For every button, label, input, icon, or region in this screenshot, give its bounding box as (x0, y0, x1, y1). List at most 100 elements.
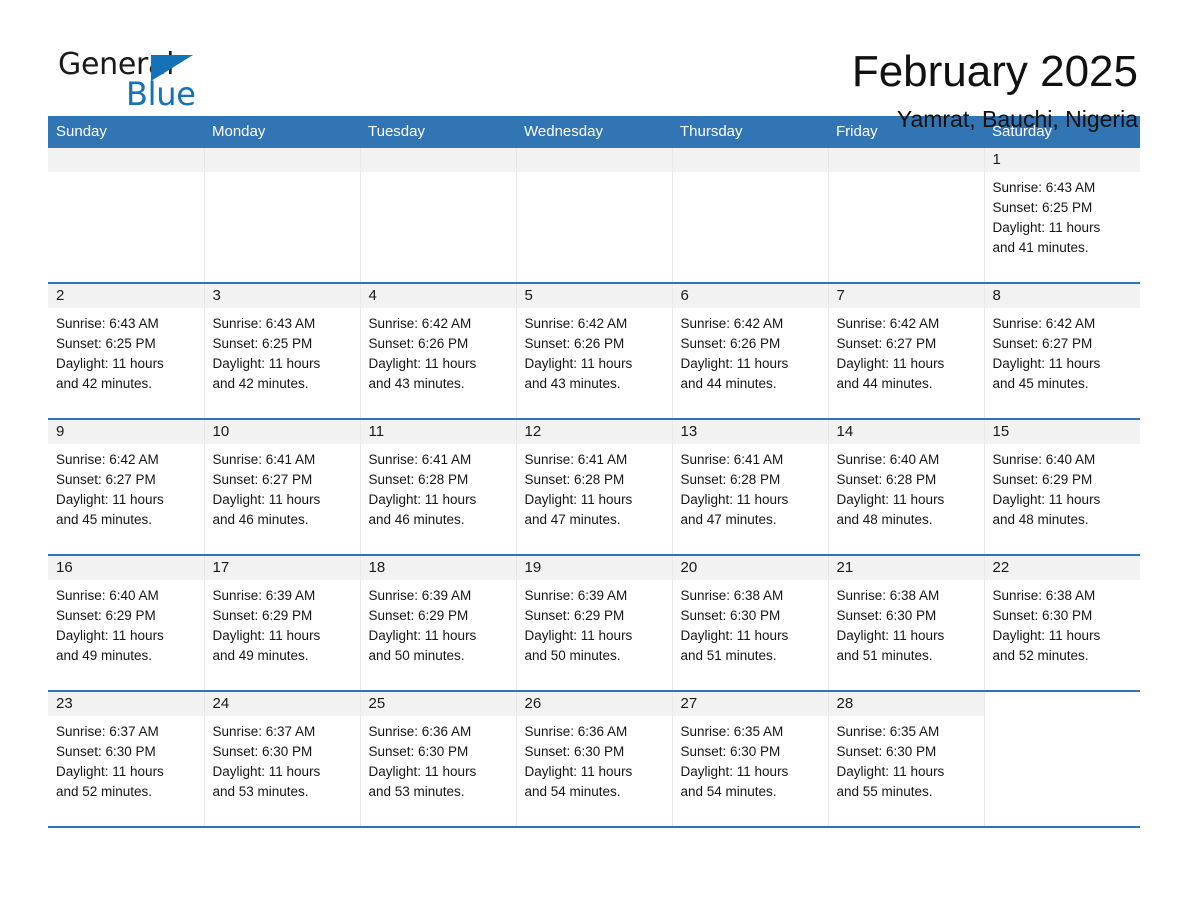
day-cell-6[interactable]: 6 Sunrise: 6:42 AM Sunset: 6:26 PM Daylight… (671, 282, 828, 419)
day-cell-13[interactable]: 13 Sunrise: 6:41 AM Sunset: 6:28 PM Dayligh… (671, 418, 828, 555)
daylight-text: and 42 minutes. (56, 376, 153, 391)
daylight-text: Daylight: 11 hours (992, 492, 1101, 507)
empty-day-cell (827, 148, 984, 283)
sunset-text: Sunset: 6:28 PM (836, 472, 937, 487)
sunrise-text: Sunrise: 6:41 AM (524, 452, 628, 467)
daylight-text: and 44 minutes. (680, 376, 777, 391)
day-cell-7[interactable]: 7 Sunrise: 6:42 AM Sunset: 6:27 PM Daylight… (827, 282, 984, 419)
day-cell-14[interactable]: 14 Sunrise: 6:40 AM Sunset: 6:28 PM Dayligh… (827, 418, 984, 555)
day-cell-8[interactable]: 8 Sunrise: 6:42 AM Sunset: 6:27 PM Daylight… (983, 282, 1140, 419)
day-details: Sunrise: 6:38 AM Sunset: 6:30 PM Daylight:… (829, 580, 984, 666)
day-cell-25[interactable]: 25 Sunrise: 6:36 AM Sunset: 6:30 PM Dayligh… (359, 690, 516, 828)
day-number: 21 (836, 559, 854, 576)
day-number-band: 2 (48, 284, 204, 308)
sunrise-text: Sunrise: 6:41 AM (680, 452, 784, 467)
day-details: Sunrise: 6:42 AM Sunset: 6:26 PM Daylight:… (673, 308, 828, 394)
day-number: 14 (836, 423, 854, 440)
day-details (829, 172, 984, 178)
day-number: 12 (524, 423, 542, 440)
day-details: Sunrise: 6:41 AM Sunset: 6:28 PM Daylight:… (517, 444, 672, 530)
day-cell-27[interactable]: 27 Sunrise: 6:35 AM Sunset: 6:30 PM Dayligh… (671, 690, 828, 828)
day-number-band: 24 (204, 692, 360, 716)
day-cell-9[interactable]: 9 Sunrise: 6:42 AM Sunset: 6:27 PM Daylight… (48, 418, 204, 555)
calendar-body: 1 Sunrise: 6:43 AM Sunset: 6:25 PM Daylight… (48, 148, 1140, 828)
sunset-text: Sunset: 6:30 PM (368, 744, 469, 759)
daylight-text: Daylight: 11 hours (680, 764, 789, 779)
sunrise-text: Sunrise: 6:42 AM (680, 316, 784, 331)
page-title: February 2025 (851, 47, 1138, 96)
day-cell-20[interactable]: 20 Sunrise: 6:38 AM Sunset: 6:30 PM Dayligh… (671, 554, 828, 691)
day-details: Sunrise: 6:35 AM Sunset: 6:30 PM Daylight:… (829, 716, 984, 802)
day-cell-24[interactable]: 24 Sunrise: 6:37 AM Sunset: 6:30 PM Dayligh… (203, 690, 360, 828)
daylight-text: Daylight: 11 hours (992, 356, 1101, 371)
sunset-text: Sunset: 6:26 PM (680, 336, 781, 351)
day-number-band: 18 (360, 556, 516, 580)
daylight-text: Daylight: 11 hours (56, 492, 164, 507)
day-cell-18[interactable]: 18 Sunrise: 6:39 AM Sunset: 6:29 PM Dayligh… (359, 554, 516, 691)
sunset-text: Sunset: 6:29 PM (992, 472, 1093, 487)
sunrise-text: Sunrise: 6:36 AM (368, 724, 472, 739)
sunrise-text: Sunrise: 6:42 AM (524, 316, 628, 331)
sunrise-text: Sunrise: 6:35 AM (836, 724, 940, 739)
day-cell-16[interactable]: 16 Sunrise: 6:40 AM Sunset: 6:29 PM Dayligh… (48, 554, 204, 691)
day-cell-28[interactable]: 28 Sunrise: 6:35 AM Sunset: 6:30 PM Dayligh… (827, 690, 984, 828)
day-cell-11[interactable]: 11 Sunrise: 6:41 AM Sunset: 6:28 PM Dayligh… (359, 418, 516, 555)
calendar-week-row: 2 Sunrise: 6:43 AM Sunset: 6:25 PM Daylight… (48, 282, 1140, 419)
day-number-band: 14 (828, 420, 984, 444)
day-details: Sunrise: 6:43 AM Sunset: 6:25 PM Daylight:… (48, 308, 204, 394)
day-details: Sunrise: 6:42 AM Sunset: 6:26 PM Daylight:… (517, 308, 672, 394)
daylight-text: and 41 minutes. (992, 240, 1089, 255)
day-cell-3[interactable]: 3 Sunrise: 6:43 AM Sunset: 6:25 PM Daylight… (203, 282, 360, 419)
daylight-text: Daylight: 11 hours (524, 764, 633, 779)
daylight-text: and 54 minutes. (680, 784, 777, 799)
sunrise-text: Sunrise: 6:42 AM (368, 316, 472, 331)
sunrise-text: Sunrise: 6:37 AM (56, 724, 159, 739)
day-cell-23[interactable]: 23 Sunrise: 6:37 AM Sunset: 6:30 PM Dayligh… (48, 690, 204, 828)
day-number-band (828, 148, 984, 172)
day-cell-12[interactable]: 12 Sunrise: 6:41 AM Sunset: 6:28 PM Dayligh… (515, 418, 672, 555)
day-details (205, 172, 360, 178)
day-number: 13 (680, 423, 698, 440)
day-number: 3 (212, 287, 221, 304)
day-number-band: 12 (516, 420, 672, 444)
sunset-text: Sunset: 6:25 PM (56, 336, 156, 351)
day-number-band: 26 (516, 692, 672, 716)
day-number-band: 11 (360, 420, 516, 444)
daylight-text: and 43 minutes. (524, 376, 621, 391)
sunset-text: Sunset: 6:29 PM (368, 608, 469, 623)
day-number-band (204, 148, 360, 172)
day-cell-22[interactable]: 22 Sunrise: 6:38 AM Sunset: 6:30 PM Dayligh… (983, 554, 1140, 691)
sunrise-text: Sunrise: 6:40 AM (836, 452, 940, 467)
day-cell-10[interactable]: 10 Sunrise: 6:41 AM Sunset: 6:27 PM Dayligh… (203, 418, 360, 555)
day-number: 11 (368, 423, 385, 440)
daylight-text: and 49 minutes. (56, 648, 153, 663)
calendar-week-row: 9 Sunrise: 6:42 AM Sunset: 6:27 PM Daylight… (48, 418, 1140, 555)
day-cell-2[interactable]: 2 Sunrise: 6:43 AM Sunset: 6:25 PM Daylight… (48, 282, 204, 419)
sunrise-text: Sunrise: 6:43 AM (992, 180, 1096, 195)
calendar-table: Sunday Monday Tuesday Wednesday Thursday Frid… (48, 116, 1140, 828)
day-details: Sunrise: 6:39 AM Sunset: 6:29 PM Daylight:… (361, 580, 516, 666)
day-number: 20 (680, 559, 698, 576)
day-cell-17[interactable]: 17 Sunrise: 6:39 AM Sunset: 6:29 PM Dayligh… (203, 554, 360, 691)
daylight-text: and 53 minutes. (368, 784, 465, 799)
day-number-band: 8 (984, 284, 1140, 308)
sunset-text: Sunset: 6:30 PM (680, 744, 781, 759)
daylight-text: Daylight: 11 hours (680, 356, 789, 371)
sunset-text: Sunset: 6:26 PM (524, 336, 625, 351)
day-cell-1[interactable]: 1 Sunrise: 6:43 AM Sunset: 6:25 PM Daylight… (983, 148, 1140, 283)
sunrise-text: Sunrise: 6:39 AM (212, 588, 316, 603)
sunset-text: Sunset: 6:30 PM (680, 608, 781, 623)
day-number-band: 10 (204, 420, 360, 444)
day-number: 2 (56, 287, 65, 304)
day-number: 1 (992, 151, 1001, 168)
day-cell-5[interactable]: 5 Sunrise: 6:42 AM Sunset: 6:26 PM Daylight… (515, 282, 672, 419)
day-details: Sunrise: 6:37 AM Sunset: 6:30 PM Daylight:… (48, 716, 204, 802)
day-number: 28 (836, 695, 854, 712)
day-cell-26[interactable]: 26 Sunrise: 6:36 AM Sunset: 6:30 PM Dayligh… (515, 690, 672, 828)
day-number-band: 1 (984, 148, 1140, 172)
day-cell-4[interactable]: 4 Sunrise: 6:42 AM Sunset: 6:26 PM Daylight… (359, 282, 516, 419)
day-cell-21[interactable]: 21 Sunrise: 6:38 AM Sunset: 6:30 PM Dayligh… (827, 554, 984, 691)
day-cell-15[interactable]: 15 Sunrise: 6:40 AM Sunset: 6:29 PM Dayligh… (983, 418, 1140, 555)
day-cell-19[interactable]: 19 Sunrise: 6:39 AM Sunset: 6:29 PM Dayligh… (515, 554, 672, 691)
day-number: 6 (680, 287, 689, 304)
